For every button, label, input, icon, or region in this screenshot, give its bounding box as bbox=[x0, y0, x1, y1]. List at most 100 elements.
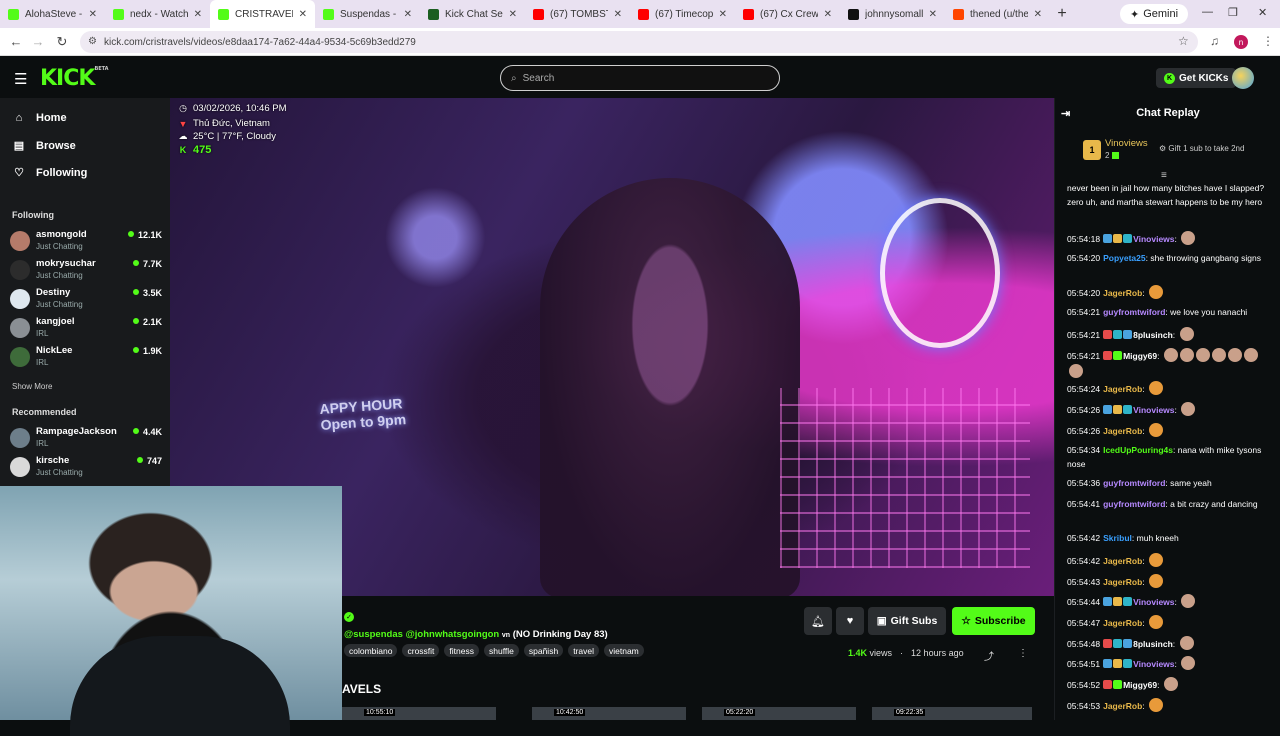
chat-username[interactable]: Vinoviews bbox=[1133, 234, 1174, 244]
browser-tab[interactable]: johnnysomally ✕ bbox=[840, 0, 945, 28]
browser-tab[interactable]: thened (u/thene✕ bbox=[945, 0, 1050, 28]
site-info-icon[interactable]: ⚙ bbox=[88, 36, 97, 47]
tab-close-icon[interactable]: ✕ bbox=[509, 9, 517, 20]
nav-browse[interactable]: ▤ Browse bbox=[12, 139, 76, 153]
stream-tag[interactable]: spañish bbox=[523, 644, 564, 657]
subscribe-button[interactable]: ☆ Subscribe bbox=[952, 607, 1035, 635]
chat-username[interactable]: Vinoviews bbox=[1133, 405, 1174, 415]
tab-close-icon[interactable]: ✕ bbox=[89, 9, 97, 20]
profile-avatar[interactable]: n bbox=[1234, 35, 1248, 49]
more-options-icon[interactable]: ⋮ bbox=[1018, 648, 1028, 659]
chat-username[interactable]: guyfromtwiford bbox=[1103, 478, 1165, 488]
leader-username[interactable]: Vinoviews bbox=[1105, 138, 1148, 149]
chat-username[interactable]: 8plusinch bbox=[1133, 639, 1173, 649]
reload-icon[interactable]: ↻ bbox=[50, 34, 74, 50]
maximize-icon[interactable]: ❐ bbox=[1228, 6, 1238, 19]
chat-username[interactable]: JagerRob bbox=[1103, 618, 1142, 628]
chat-username[interactable]: IcedUpPouring4s bbox=[1103, 445, 1173, 455]
browser-tab[interactable]: (67) TOMBSTON✕ bbox=[525, 0, 630, 28]
chat-username[interactable]: Vinoviews bbox=[1133, 659, 1174, 669]
tab-close-icon[interactable]: ✕ bbox=[824, 9, 832, 20]
kick-logo[interactable]: KICKBETA bbox=[40, 66, 109, 91]
get-kicks-button[interactable]: K Get KICKs bbox=[1156, 68, 1237, 88]
stream-tag[interactable]: colombiano bbox=[344, 644, 398, 657]
chat-username[interactable]: Popyeta25 bbox=[1103, 253, 1146, 263]
menu-icon[interactable]: ☰ bbox=[14, 70, 27, 88]
forward-icon[interactable]: → bbox=[26, 34, 50, 49]
user-avatar[interactable] bbox=[1232, 67, 1254, 89]
chat-username[interactable]: JagerRob bbox=[1103, 384, 1142, 394]
chat-username[interactable]: Miggy69 bbox=[1123, 680, 1157, 690]
tab-close-icon[interactable]: ✕ bbox=[299, 9, 307, 20]
chat-username[interactable]: Skribul bbox=[1103, 533, 1132, 543]
tab-close-icon[interactable]: ✕ bbox=[404, 9, 412, 20]
tab-close-icon[interactable]: ✕ bbox=[1034, 9, 1042, 20]
gift-subs-button[interactable]: ▣ Gift Subs bbox=[868, 607, 946, 635]
tab-close-icon[interactable]: ✕ bbox=[194, 9, 202, 20]
browser-tab[interactable]: Suspendas - Wa✕ bbox=[315, 0, 420, 28]
sidebar-channel[interactable]: mokrysuchar Just Chatting 7.7K bbox=[10, 258, 162, 284]
chat-username[interactable]: JagerRob bbox=[1103, 577, 1142, 587]
sidebar-channel[interactable]: Destiny Just Chatting 3.5K bbox=[10, 287, 162, 313]
media-control-icon[interactable]: ♫ bbox=[1210, 34, 1219, 48]
tab-close-icon[interactable]: ✕ bbox=[719, 9, 727, 20]
back-icon[interactable]: ← bbox=[4, 34, 28, 49]
collapse-chat-icon[interactable]: ⇥ bbox=[1061, 107, 1070, 120]
show-more-link[interactable]: Show More bbox=[12, 382, 52, 391]
chat-message: 05:54:36 guyfromtwiford: same yeah bbox=[1067, 478, 1212, 488]
chat-username[interactable]: JagerRob bbox=[1103, 288, 1142, 298]
sidebar-channel[interactable]: kirsche Just Chatting 747 bbox=[10, 455, 162, 481]
video-thumbnail[interactable]: 10:42:50 bbox=[532, 707, 686, 720]
browser-tab-strip: AlohaSteve - Wa✕nedx - Watch✕CRISTRAVELS… bbox=[0, 0, 1280, 28]
new-tab-icon[interactable]: + bbox=[1050, 5, 1074, 23]
window-close-icon[interactable]: ✕ bbox=[1258, 6, 1267, 19]
video-thumbnail[interactable]: 10:55:10 bbox=[342, 707, 496, 720]
chat-message: 05:54:26 JagerRob: bbox=[1067, 423, 1273, 439]
nav-home[interactable]: ⌂ Home bbox=[12, 112, 67, 124]
leader-count: 2 bbox=[1105, 151, 1119, 160]
stream-tag[interactable]: fitness bbox=[444, 644, 479, 657]
browser-menu-icon[interactable]: ⋮ bbox=[1262, 34, 1274, 48]
heart-icon: ♡ bbox=[14, 167, 24, 179]
stream-tag[interactable]: shuffle bbox=[483, 644, 519, 657]
chat-username[interactable]: 8plusinch bbox=[1133, 330, 1173, 340]
drag-handle-icon[interactable]: ≡ bbox=[1161, 170, 1167, 181]
chat-username[interactable]: Miggy69 bbox=[1123, 351, 1157, 361]
share-icon[interactable]: ⤴ bbox=[984, 648, 994, 663]
nav-following[interactable]: ♡ Following bbox=[12, 166, 87, 180]
bookmark-star-icon[interactable]: ☆ bbox=[1178, 34, 1189, 48]
stream-tag[interactable]: crossfit bbox=[402, 644, 440, 657]
browser-tab[interactable]: AlohaSteve - Wa✕ bbox=[0, 0, 105, 28]
chat-username[interactable]: JagerRob bbox=[1103, 426, 1142, 436]
tab-close-icon[interactable]: ✕ bbox=[929, 9, 937, 20]
video-thumbnail[interactable]: 09:22:35 bbox=[872, 707, 1032, 720]
gift-prompt[interactable]: ⚙ Gift 1 sub to take 2nd bbox=[1159, 144, 1244, 153]
emote-icon bbox=[1149, 285, 1164, 299]
minimize-icon[interactable]: — bbox=[1202, 6, 1213, 18]
sidebar-channel[interactable]: kangjoel IRL 2.1K bbox=[10, 316, 162, 342]
webcam-overlay bbox=[0, 486, 342, 736]
browser-tab[interactable]: Kick Chat Search✕ bbox=[420, 0, 525, 28]
chat-username[interactable]: JagerRob bbox=[1103, 701, 1142, 711]
tab-close-icon[interactable]: ✕ bbox=[614, 9, 622, 20]
follow-heart-button[interactable]: ♥ bbox=[836, 607, 864, 635]
chat-username[interactable]: Vinoviews bbox=[1133, 597, 1174, 607]
browser-tab[interactable]: (67) Timecop19✕ bbox=[630, 0, 735, 28]
sidebar-channel[interactable]: asmongold Just Chatting 12.1K bbox=[10, 229, 162, 255]
sidebar-channel[interactable]: NickLee IRL 1.9K bbox=[10, 345, 162, 371]
notification-bell-button[interactable]: 🔔︎ bbox=[804, 607, 832, 635]
video-thumbnail[interactable]: 05:22:20 bbox=[702, 707, 856, 720]
chat-username[interactable]: JagerRob bbox=[1103, 556, 1142, 566]
chat-username[interactable]: guyfromtwiford bbox=[1103, 307, 1165, 317]
search-input[interactable]: ⌕ Search bbox=[500, 65, 780, 91]
browser-tab[interactable]: CRISTRAVELS - \✕ bbox=[210, 0, 315, 28]
stream-tag[interactable]: travel bbox=[568, 644, 599, 657]
browser-tab[interactable]: nedx - Watch ✕ bbox=[105, 0, 210, 28]
gemini-button[interactable]: ✦ Gemini bbox=[1120, 4, 1189, 24]
sidebar-channel[interactable]: RampageJackson IRL 4.4K bbox=[10, 426, 162, 452]
address-bar[interactable]: ⚙ kick.com/cristravels/videos/e8daa174-7… bbox=[80, 31, 1198, 53]
stream-tag[interactable]: vietnam bbox=[603, 644, 644, 657]
chat-username[interactable]: guyfromtwiford bbox=[1103, 499, 1165, 509]
browser-tab[interactable]: (67) Cx Crew Go✕ bbox=[735, 0, 840, 28]
tab-favicon-icon bbox=[848, 8, 859, 20]
